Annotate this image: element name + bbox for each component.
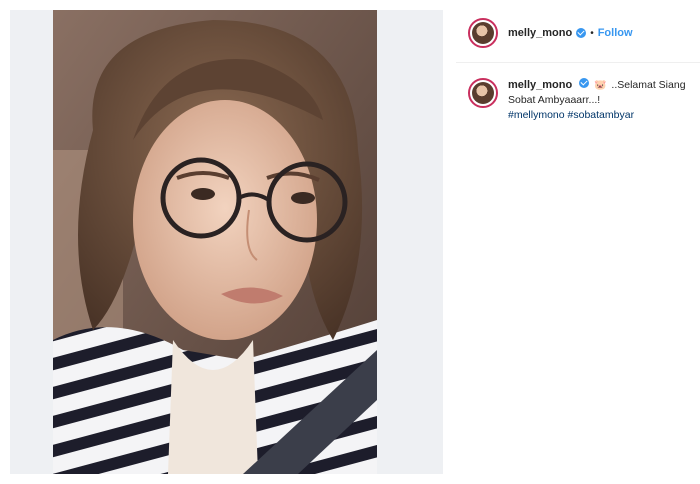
pig-emoji: 🐷 — [594, 80, 607, 91]
divider — [456, 62, 700, 63]
caption-text: melly_mono 🐷 ..Selamat Siang Sobat Ambya… — [508, 78, 686, 123]
post-photo[interactable] — [53, 10, 377, 474]
caption-username[interactable]: melly_mono — [508, 79, 572, 91]
selfie-image — [53, 10, 377, 474]
caption-line-2: Sobat Ambyaaarr...! — [508, 94, 601, 106]
caption-row: melly_mono 🐷 ..Selamat Siang Sobat Ambya… — [468, 78, 700, 123]
follow-button[interactable]: Follow — [598, 27, 633, 39]
header-username[interactable]: melly_mono — [508, 27, 572, 39]
caption-avatar[interactable] — [468, 78, 498, 108]
dot-separator: • — [590, 27, 594, 39]
verified-badge-icon — [576, 28, 587, 38]
post-side-panel: melly_mono • Follow melly_mono 🐷 ..Selam… — [456, 10, 700, 138]
avatar[interactable] — [468, 18, 498, 48]
hashtag-link[interactable]: #sobatambyar — [568, 109, 635, 121]
caption-line-1: ..Selamat Siang — [611, 79, 686, 91]
verified-badge-icon — [579, 78, 590, 88]
post-card — [10, 10, 443, 474]
hashtag-link[interactable]: #mellymono — [508, 109, 565, 121]
avatar-image — [472, 22, 494, 44]
post-header: melly_mono • Follow — [456, 10, 700, 56]
avatar-image — [472, 82, 494, 104]
